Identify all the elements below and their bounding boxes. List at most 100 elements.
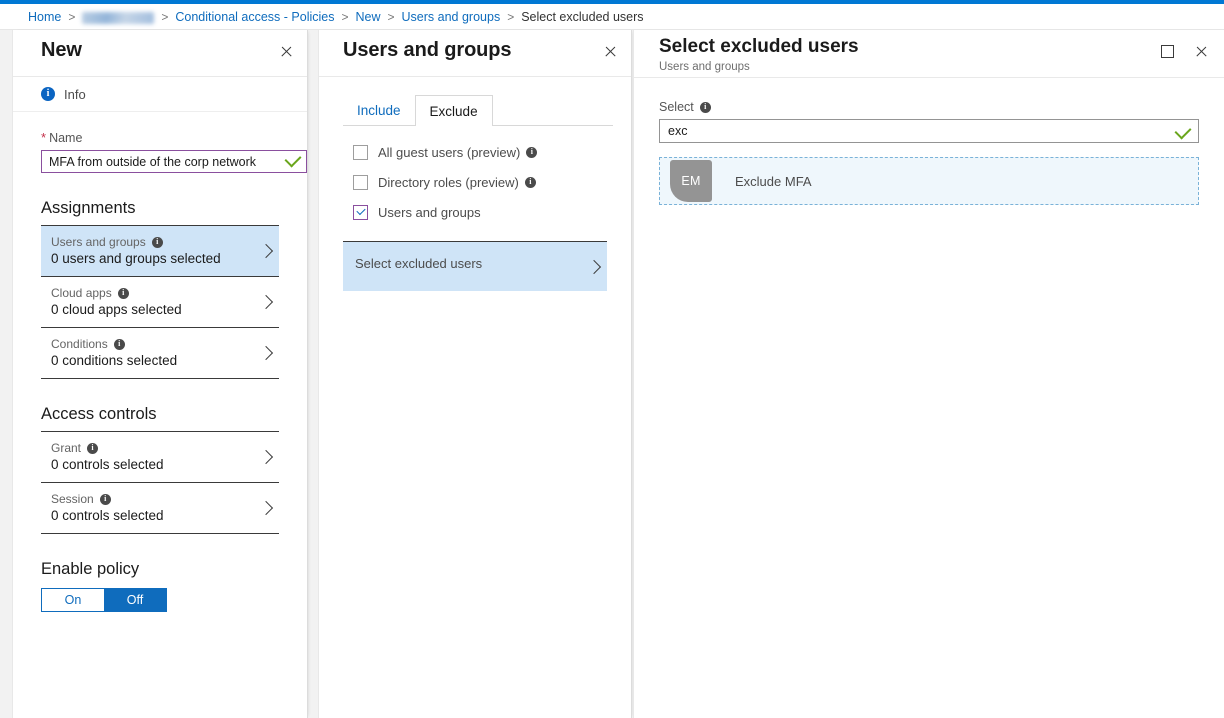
select-excluded-users-button[interactable]: Select excluded users (343, 241, 607, 291)
enable-policy-off-button[interactable]: Off (104, 589, 166, 611)
avatar: EM (670, 160, 712, 202)
valid-check-icon (284, 150, 302, 168)
access-control-row-session[interactable]: Session i 0 controls selected (41, 482, 279, 534)
users-and-groups-checkbox[interactable] (353, 204, 368, 220)
grant-label-row: Grant i (51, 441, 249, 455)
access-controls-section-title: Access controls (41, 405, 157, 423)
info-icon[interactable]: i (113, 338, 125, 350)
directory-roles-checkbox[interactable] (353, 174, 368, 190)
checkbox-row-directory-roles[interactable]: Directory roles (preview) i (353, 167, 631, 197)
search-result-name: Exclude MFA (735, 173, 812, 189)
breadcrumb-separator: > (387, 9, 395, 24)
info-icon[interactable]: i (151, 236, 163, 248)
select-search-input[interactable]: exc (659, 119, 1199, 143)
assignment-row-cloud-apps[interactable]: Cloud apps i 0 cloud apps selected (41, 276, 279, 327)
breadcrumb-item-conditional-access-policies[interactable]: Conditional access - Policies (175, 10, 334, 24)
assignment-users-label-row: Users and groups i (51, 235, 249, 249)
close-button-new-blade[interactable] (273, 38, 299, 64)
include-exclude-pivot: Include Exclude (343, 95, 631, 126)
maximize-icon (1160, 44, 1174, 58)
close-button-users-blade[interactable] (597, 38, 623, 64)
breadcrumb-separator: > (341, 9, 349, 24)
access-controls-list: Grant i 0 controls selected Session i 0 … (41, 431, 279, 534)
users-and-groups-label-row: Users and groups (378, 205, 481, 220)
valid-check-icon (1174, 122, 1192, 140)
checkbox-row-users-and-groups[interactable]: Users and groups (353, 197, 631, 227)
info-row[interactable]: i Info (13, 77, 307, 112)
assignment-row-conditions[interactable]: Conditions i 0 conditions selected (41, 327, 279, 379)
all-guest-users-label: All guest users (preview) (378, 144, 521, 160)
directory-roles-label: Directory roles (preview) (378, 174, 519, 190)
close-icon (604, 45, 617, 58)
chevron-right-icon (586, 259, 602, 274)
breadcrumb-item-users-and-groups[interactable]: Users and groups (402, 10, 501, 24)
checkbox-row-all-guest-users[interactable]: All guest users (preview) i (353, 137, 631, 167)
assignment-conditions-label-row: Conditions i (51, 337, 249, 351)
name-label-text: Name (49, 131, 83, 145)
blade-select-excluded-users: Select excluded users Users and groups S… (633, 30, 1224, 718)
select-search-value: exc (668, 124, 688, 138)
breadcrumb-item-select-excluded-users: Select excluded users (521, 9, 644, 24)
assignment-users-label: Users and groups (51, 235, 146, 249)
enable-policy-toggle: On Off (41, 588, 167, 612)
info-icon[interactable]: i (526, 146, 538, 158)
breadcrumb-item-tenant-redacted[interactable] (82, 11, 155, 24)
policy-name-value: MFA from outside of the corp network (49, 154, 257, 169)
blade-users-title: Users and groups (343, 39, 512, 61)
info-icon[interactable]: i (524, 176, 536, 188)
required-marker: * (41, 130, 47, 145)
info-icon[interactable]: i (117, 287, 129, 299)
tab-exclude[interactable]: Exclude (414, 95, 493, 126)
select-excluded-users-label: Select excluded users (355, 256, 483, 271)
assignment-cloudapps-label: Cloud apps (51, 286, 112, 300)
assignment-conditions-value: 0 conditions selected (51, 353, 178, 368)
azure-portal-window: Home > > Conditional access - Policies >… (0, 0, 1224, 718)
access-control-row-grant[interactable]: Grant i 0 controls selected (41, 431, 279, 482)
info-icon[interactable]: i (99, 493, 111, 505)
info-icon[interactable]: i (699, 101, 711, 113)
info-icon: i (41, 87, 55, 101)
chevron-right-icon (258, 449, 274, 465)
blade-select-subtitle: Users and groups (659, 61, 750, 73)
select-field-label: Select (659, 100, 694, 114)
session-label-row: Session i (51, 492, 249, 506)
name-field-label: * Name (41, 130, 279, 145)
blade-new-policy: New i Info * Name MFA from outside of the… (12, 30, 308, 718)
grant-value: 0 controls selected (51, 457, 164, 472)
close-icon (1195, 45, 1208, 58)
policy-name-input[interactable]: MFA from outside of the corp network (41, 150, 307, 173)
blade-select-header: Select excluded users Users and groups (634, 30, 1224, 78)
maximize-button[interactable] (1154, 38, 1180, 64)
assignments-list: Users and groups i 0 users and groups se… (41, 225, 279, 379)
breadcrumb-separator: > (68, 9, 76, 24)
chevron-right-icon (258, 243, 274, 259)
select-users-body: Select i exc EM Exclude MFA (634, 78, 1224, 205)
info-label: Info (64, 86, 86, 102)
name-field-block: * Name MFA from outside of the corp netwo… (13, 112, 307, 173)
users-and-groups-label: Users and groups (378, 204, 481, 220)
session-value: 0 controls selected (51, 508, 164, 523)
close-icon (280, 45, 293, 58)
assignment-row-users-and-groups[interactable]: Users and groups i 0 users and groups se… (41, 225, 279, 276)
session-label: Session (51, 492, 94, 506)
all-guest-users-label-row: All guest users (preview) i (378, 144, 538, 160)
chevron-right-icon (258, 345, 274, 361)
tab-include[interactable]: Include (343, 95, 415, 126)
blade-users-header: Users and groups (319, 30, 631, 77)
info-icon[interactable]: i (87, 442, 99, 454)
enable-policy-title: Enable policy (41, 560, 140, 578)
assignment-conditions-label: Conditions (51, 337, 108, 351)
blade-select-title: Select excluded users (659, 36, 859, 57)
select-field-label-row: Select i (659, 100, 1199, 114)
assignment-cloudapps-value: 0 cloud apps selected (51, 302, 182, 317)
breadcrumb-separator: > (507, 9, 515, 24)
all-guest-users-checkbox[interactable] (353, 144, 368, 160)
search-result-item[interactable]: EM Exclude MFA (659, 157, 1199, 205)
breadcrumb-separator: > (161, 9, 169, 24)
breadcrumb-item-home[interactable]: Home (28, 10, 61, 24)
directory-roles-label-row: Directory roles (preview) i (378, 175, 536, 190)
chevron-right-icon (258, 294, 274, 310)
enable-policy-on-button[interactable]: On (42, 589, 104, 611)
close-button-select-blade[interactable] (1188, 38, 1214, 64)
breadcrumb-item-new[interactable]: New (356, 10, 381, 24)
